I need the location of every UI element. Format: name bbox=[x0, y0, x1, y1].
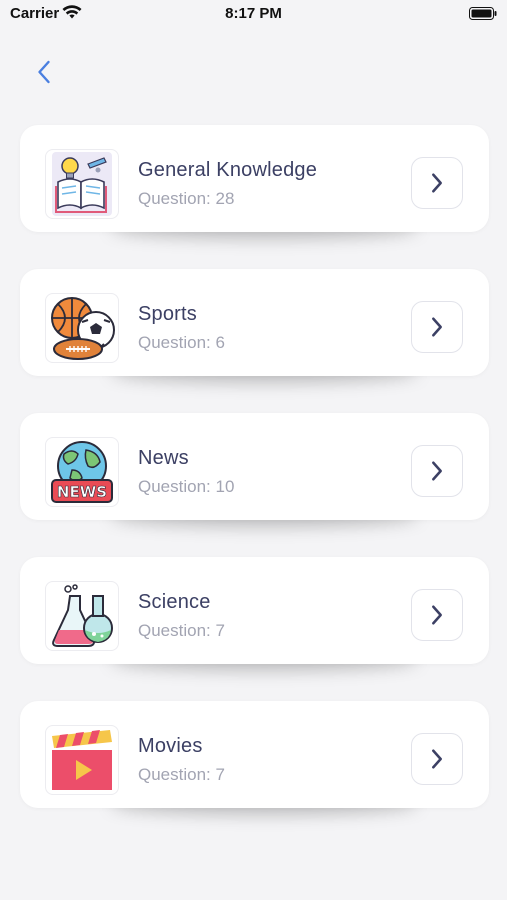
open-category-button[interactable] bbox=[411, 589, 463, 641]
chevron-right-icon bbox=[432, 173, 442, 193]
question-count: Question: 6 bbox=[138, 333, 225, 352]
back-button[interactable] bbox=[30, 58, 58, 86]
category-title: Movies bbox=[138, 735, 203, 757]
question-count: Question: 7 bbox=[138, 765, 225, 784]
book-lightbulb-icon bbox=[45, 149, 119, 219]
category-list: General Knowledge Question: 28 Sports Qu… bbox=[20, 125, 489, 845]
question-count: Question: 7 bbox=[138, 621, 225, 640]
chevron-right-icon bbox=[432, 605, 442, 625]
clapperboard-icon bbox=[45, 725, 119, 795]
globe-news-icon: NEWS bbox=[45, 437, 119, 507]
category-title: General Knowledge bbox=[138, 159, 318, 181]
category-item-general-knowledge: General Knowledge Question: 28 bbox=[20, 125, 489, 269]
question-count: Question: 28 bbox=[138, 189, 235, 208]
category-card[interactable]: Movies Question: 7 bbox=[20, 701, 489, 808]
category-card[interactable]: General Knowledge Question: 28 bbox=[20, 125, 489, 232]
battery-icon bbox=[469, 7, 497, 20]
category-title: Sports bbox=[138, 303, 198, 325]
open-category-button[interactable] bbox=[411, 733, 463, 785]
open-category-button[interactable] bbox=[411, 157, 463, 209]
category-item-sports: Sports Question: 6 bbox=[20, 269, 489, 413]
chevron-right-icon bbox=[432, 317, 442, 337]
quiz-categories-screen: Carrier 8:17 PM General Knowledge Questi… bbox=[0, 0, 507, 900]
category-item-news: NEWS News Question: 10 bbox=[20, 413, 489, 557]
sports-balls-icon bbox=[45, 293, 119, 363]
category-item-movies: Movies Question: 7 bbox=[20, 701, 489, 845]
category-title: News bbox=[138, 447, 189, 469]
chevron-right-icon bbox=[432, 749, 442, 769]
flasks-icon bbox=[45, 581, 119, 651]
question-count: Question: 10 bbox=[138, 477, 235, 496]
category-card[interactable]: Science Question: 7 bbox=[20, 557, 489, 664]
clock: 8:17 PM bbox=[225, 5, 282, 22]
category-card[interactable]: Sports Question: 6 bbox=[20, 269, 489, 376]
open-category-button[interactable] bbox=[411, 445, 463, 497]
category-item-science: Science Question: 7 bbox=[20, 557, 489, 701]
category-title: Science bbox=[138, 591, 211, 613]
status-bar: Carrier 8:17 PM bbox=[0, 0, 507, 30]
open-category-button[interactable] bbox=[411, 301, 463, 353]
category-card[interactable]: NEWS News Question: 10 bbox=[20, 413, 489, 520]
chevron-left-icon bbox=[38, 60, 50, 84]
news-badge-text: NEWS bbox=[57, 483, 107, 501]
chevron-right-icon bbox=[432, 461, 442, 481]
